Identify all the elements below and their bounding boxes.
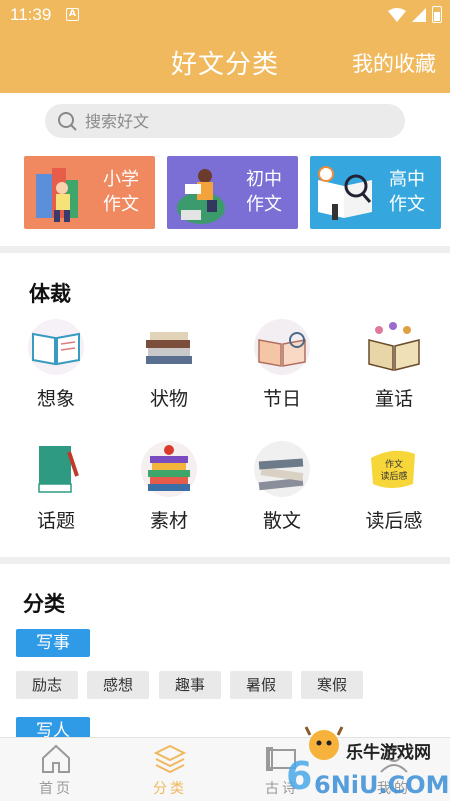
watermark-logo-text: 6NiU.COM — [314, 771, 450, 799]
green-book-pen-icon — [38, 446, 79, 493]
grade-card-line2: 作文 — [103, 194, 139, 215]
genre-section-title: 体裁 — [29, 282, 71, 306]
primary-school-essay-card[interactable]: 小学 作文 — [24, 156, 155, 229]
section-divider — [0, 246, 450, 253]
grade-card-line2: 作文 — [246, 194, 282, 215]
note-text-line2: 读后感 — [380, 470, 407, 482]
wifi-icon — [388, 7, 406, 22]
grade-card-line1: 小学 — [103, 169, 139, 190]
chip-summer-vacation[interactable]: 暑假 — [230, 671, 292, 699]
grade-card-label: 高中 作文 — [387, 167, 427, 217]
svg-text:6: 6 — [286, 754, 312, 798]
grade-card-line2: 作文 — [389, 194, 425, 215]
note-text-line1: 作文 — [385, 458, 403, 470]
grade-card-line1: 高中 — [389, 169, 425, 190]
genre-label: 想象 — [36, 388, 75, 410]
genre-item-book-review[interactable]: 作文 读后感 读后感 — [354, 440, 434, 533]
genre-label: 节日 — [262, 388, 301, 410]
battery-icon — [432, 6, 442, 23]
book-stack-icon — [146, 332, 192, 364]
book-stack-apple-icon — [141, 441, 197, 497]
chip-reflection[interactable]: 感想 — [87, 671, 149, 699]
open-book-icon — [28, 319, 84, 375]
genre-label: 状物 — [149, 388, 188, 410]
grade-card-line1: 初中 — [246, 169, 282, 190]
watermark-logo: 6 6NiU.COM 乐牛游戏网 — [286, 723, 450, 801]
open-book-magnifier-illustration-icon — [318, 166, 372, 220]
nav-home[interactable]: 首页 — [16, 742, 96, 798]
nav-category[interactable]: 分类 — [130, 742, 210, 798]
section-divider — [0, 557, 450, 564]
nav-label: 分类 — [153, 781, 187, 797]
high-school-essay-card[interactable]: 高中 作文 — [310, 156, 441, 229]
open-book-magnifier-icon — [254, 319, 310, 375]
chip-inspirational[interactable]: 励志 — [16, 671, 78, 699]
genre-label: 童话 — [374, 388, 413, 410]
student-reading-illustration-icon — [36, 168, 78, 222]
chip-fun-story[interactable]: 趣事 — [159, 671, 221, 699]
category-tag-narrative[interactable]: 写事 — [16, 629, 90, 657]
grade-card-label: 初中 作文 — [244, 167, 284, 217]
genre-label: 散文 — [262, 510, 301, 532]
status-bar: 11:39 A — [0, 0, 450, 30]
middle-school-essay-card[interactable]: 初中 作文 — [167, 156, 298, 229]
genre-item-prose[interactable]: 散文 — [242, 440, 322, 533]
girl-reading-illustration-icon — [177, 169, 225, 224]
search-input[interactable] — [85, 111, 365, 131]
book-pile-icon — [254, 441, 310, 497]
search-bar[interactable] — [45, 104, 405, 138]
category-section-title: 分类 — [23, 592, 65, 616]
genre-item-holiday[interactable]: 节日 — [242, 318, 322, 411]
grade-cards: 小学 作文 初中 作文 高中 作文 — [24, 156, 442, 229]
genre-item-fairy-tale[interactable]: 童话 — [354, 318, 434, 411]
genre-label: 读后感 — [365, 510, 423, 532]
yellow-note-icon: 作文 读后感 — [371, 450, 415, 488]
genre-item-material[interactable]: 素材 — [129, 440, 209, 533]
genre-item-object[interactable]: 状物 — [129, 318, 209, 411]
genre-label: 素材 — [149, 510, 188, 532]
genre-label: 话题 — [36, 510, 75, 532]
notification-a-icon: A — [66, 8, 79, 21]
genre-item-imagination[interactable]: 想象 — [16, 318, 96, 411]
nav-label: 首页 — [39, 781, 73, 797]
layers-icon — [153, 744, 187, 774]
grade-card-label: 小学 作文 — [101, 167, 141, 217]
status-time: 11:39 — [10, 5, 52, 24]
home-icon — [42, 744, 70, 773]
old-book-icon — [368, 322, 420, 371]
my-favorites-button[interactable]: 我的收藏 — [352, 48, 436, 78]
genre-item-topic[interactable]: 话题 — [16, 440, 96, 533]
signal-icon — [412, 7, 426, 22]
chip-winter-vacation[interactable]: 寒假 — [301, 671, 363, 699]
watermark-text: 乐牛游戏网 — [346, 743, 431, 763]
search-icon — [58, 112, 77, 131]
status-icons — [388, 6, 442, 23]
